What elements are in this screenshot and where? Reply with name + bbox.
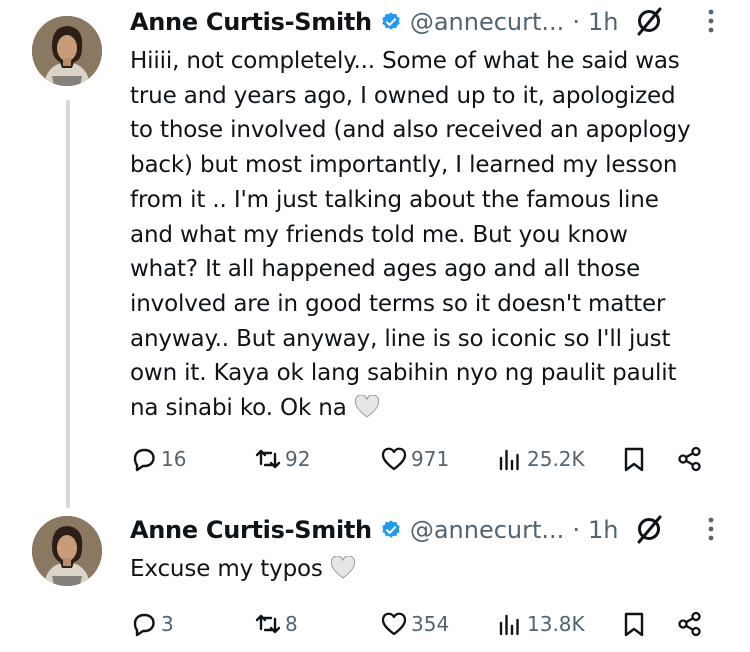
bookmark-button[interactable] (620, 442, 648, 476)
share-icon (678, 446, 701, 472)
views-count: 25.2K (527, 447, 585, 471)
like-count: 354 (411, 612, 450, 636)
views-button[interactable]: 25.2K (496, 442, 585, 476)
like-icon (381, 612, 407, 636)
views-button[interactable]: 13.8K (496, 607, 585, 641)
bookmark-button[interactable] (620, 607, 648, 641)
reply-count: 3 (161, 612, 174, 636)
author-name[interactable]: Anne Curtis-Smith (130, 516, 372, 544)
tweet-text: Hiiii, not completely... Some of what he… (130, 44, 730, 426)
timestamp[interactable]: 1h (588, 8, 618, 36)
more-options-icon[interactable] (706, 6, 716, 36)
verified-badge-icon[interactable] (380, 11, 402, 33)
tweet-text: Excuse my typos (130, 552, 730, 587)
like-button[interactable]: 354 (380, 607, 449, 641)
repost-icon (255, 449, 281, 469)
more-options-icon[interactable] (706, 514, 716, 544)
avatar[interactable] (32, 516, 102, 586)
repost-count: 8 (285, 612, 298, 636)
views-icon (499, 614, 519, 636)
author-handle[interactable]: @annecurt... (410, 8, 564, 36)
tweet-header: Anne Curtis-Smith @annecurt... · 1h (130, 510, 618, 550)
bookmark-icon (624, 447, 644, 472)
reply-icon (133, 448, 155, 472)
repost-count: 92 (285, 447, 311, 471)
separator: · (572, 516, 580, 544)
repost-button[interactable]: 8 (254, 607, 298, 641)
reply-button[interactable]: 3 (130, 607, 174, 641)
like-button[interactable]: 971 (380, 442, 449, 476)
tweet[interactable]: Anne Curtis-Smith @annecurt... · 1h Hiii… (0, 0, 750, 490)
reply-icon (133, 613, 155, 637)
repost-icon (255, 614, 281, 634)
separator: · (572, 8, 580, 36)
like-icon (381, 447, 407, 471)
tweet-actions: 16 92 971 25.2K (130, 442, 720, 476)
avatar-image (32, 516, 102, 586)
reply-count: 16 (161, 447, 187, 471)
views-count: 13.8K (527, 612, 585, 636)
like-count: 971 (411, 447, 450, 471)
tweet-text-content: Excuse my typos (130, 556, 323, 582)
tweet-actions: 3 8 354 13.8K (130, 607, 720, 641)
bookmark-icon (624, 612, 644, 637)
grey-heart-emoji-icon (330, 556, 356, 579)
tweet[interactable]: Anne Curtis-Smith @annecurt... · 1h Excu… (0, 500, 750, 652)
verified-badge-icon[interactable] (380, 519, 402, 541)
grey-heart-emoji-icon (354, 395, 379, 418)
avatar-image (32, 16, 102, 86)
share-button[interactable] (676, 607, 704, 641)
repost-button[interactable]: 92 (254, 442, 310, 476)
grok-icon[interactable] (634, 514, 664, 544)
timestamp[interactable]: 1h (588, 516, 618, 544)
share-icon (678, 611, 701, 637)
reply-button[interactable]: 16 (130, 442, 186, 476)
author-handle[interactable]: @annecurt... (410, 516, 564, 544)
avatar[interactable] (32, 16, 102, 86)
share-button[interactable] (676, 442, 704, 476)
grok-icon[interactable] (634, 6, 664, 36)
tweet-header: Anne Curtis-Smith @annecurt... · 1h (130, 2, 618, 42)
author-name[interactable]: Anne Curtis-Smith (130, 8, 372, 36)
views-icon (499, 449, 519, 471)
tweet-text-content: Hiiii, not completely... Some of what he… (130, 48, 691, 422)
